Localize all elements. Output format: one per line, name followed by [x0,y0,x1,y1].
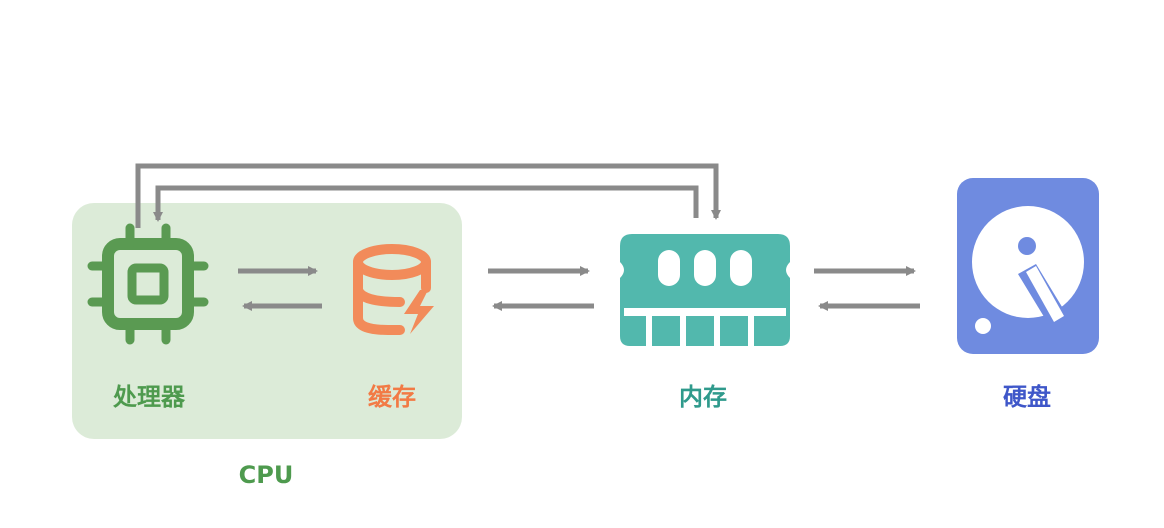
memory-label: 内存 [679,383,727,411]
cache-label: 缓存 [368,383,416,411]
hard-disk-icon [957,178,1099,354]
ram-module-icon [620,234,790,346]
cpu-group-label: CPU [238,461,294,489]
diagram-canvas [72,163,1099,439]
disk-label: 硬盘 [1003,383,1051,411]
memory-hierarchy-diagram: 处理器 缓存 内存 硬盘 CPU [0,0,1164,528]
processor-label: 处理器 [113,383,185,411]
